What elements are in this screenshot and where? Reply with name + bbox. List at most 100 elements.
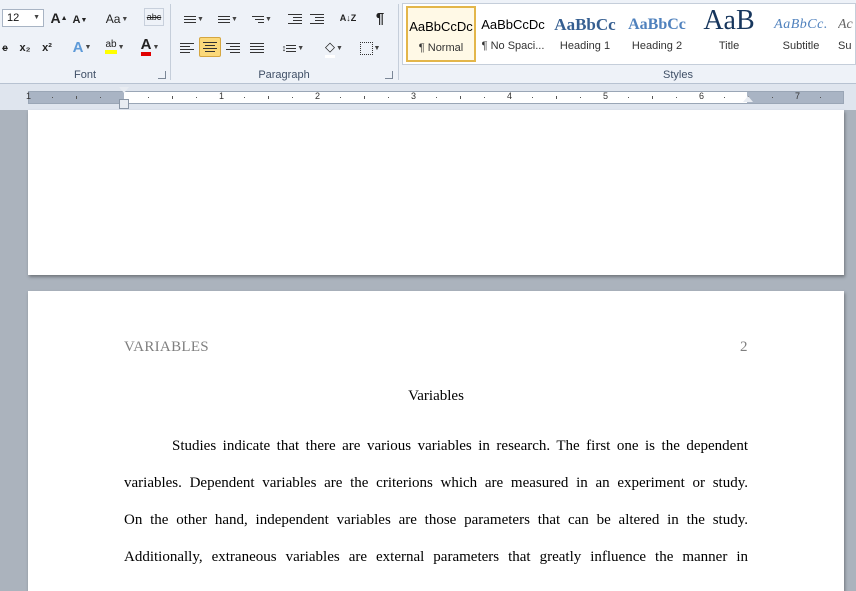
shrink-font-button[interactable]: A ▼ (72, 10, 88, 30)
paragraph-group-label: Paragraph (258, 69, 310, 81)
style-name: Title (718, 40, 740, 52)
subscript-button[interactable]: x₂ (16, 38, 34, 58)
sort-button[interactable]: A↓Z (337, 8, 359, 28)
highlight-button[interactable]: ab ▼ (100, 37, 130, 57)
borders-icon (359, 41, 373, 55)
strikethrough-icon: e (2, 42, 8, 54)
decrease-indent-icon (288, 14, 302, 24)
ruler-tick (268, 96, 269, 99)
highlighter-icon: ab (105, 40, 117, 54)
style-preview: AaB (703, 6, 755, 36)
bullets-button[interactable]: ▼ (179, 9, 209, 29)
styles-group-label: Styles (663, 69, 693, 81)
increase-indent-button[interactable] (307, 9, 327, 29)
body-line: variables. Dependent variables are the c… (124, 475, 748, 491)
text-effects-button[interactable]: A ▼ (70, 37, 94, 57)
ruler-tick (364, 96, 365, 99)
shrink-font-icon: A (72, 14, 81, 26)
clear-format-button[interactable]: abc (144, 8, 164, 26)
font-color-button[interactable]: A ▼ (136, 37, 164, 57)
ruler-number: 5 (603, 91, 609, 101)
group-separator (398, 4, 399, 80)
grow-font-button[interactable]: A ▲ (50, 8, 68, 28)
ruler-number: 7 (795, 91, 801, 101)
align-right-icon (226, 43, 240, 53)
numbering-icon (218, 15, 231, 23)
strikethrough-button[interactable]: e (0, 38, 10, 58)
style-normal[interactable]: AaBbCcDc ¶ Normal (406, 6, 476, 62)
borders-button[interactable]: ▼ (355, 38, 385, 58)
ruler-number: 1 (219, 91, 225, 101)
multilevel-list-button[interactable]: ▼ (247, 9, 277, 29)
style-preview: AaBbCc (628, 16, 686, 33)
ruler-number: 6 (699, 91, 705, 101)
style-heading-2[interactable]: AaBbCc Heading 2 (622, 6, 692, 62)
font-size-box[interactable]: 12 ▼ (2, 9, 44, 27)
document-page-2[interactable]: VARIABLES 2 Variables Studies indicate t… (28, 291, 844, 591)
show-formatting-button[interactable]: ¶ (371, 8, 389, 28)
styles-gallery: AaBbCcDc ¶ Normal AaBbCcDc ¶ No Spaci...… (402, 3, 856, 65)
font-group: 12 ▼ A ▲ A ▼ Aa ▼ abc e x₂ x² A ▼ ab ▼ A ▼ Fon… (0, 0, 170, 83)
text-effects-icon: A (72, 38, 84, 56)
ruler-number: 3 (411, 91, 417, 101)
ruler-number: 4 (507, 91, 513, 101)
style-no-spacing[interactable]: AaBbCcDc ¶ No Spaci... (478, 6, 548, 62)
grow-font-icon: A (50, 10, 61, 26)
justify-button[interactable] (247, 38, 267, 58)
align-center-button[interactable] (199, 37, 221, 57)
style-subtle-emphasis[interactable]: Ac Su (838, 6, 856, 62)
ruler-tick (652, 96, 653, 99)
style-title[interactable]: AaB Title (694, 6, 764, 62)
style-name: ¶ No Spaci... (481, 40, 545, 52)
ruler-bar[interactable]: 1 1 2 3 4 5 6 7 (26, 91, 844, 104)
body-line: Studies indicate that there are various … (172, 438, 748, 454)
change-case-icon: Aa (105, 12, 121, 26)
align-left-button[interactable] (177, 38, 197, 58)
body-line: Additionally, extraneous variables are e… (124, 549, 748, 565)
style-name: Heading 2 (631, 40, 683, 52)
paragraph-group: ▼ ▼ ▼ A↓Z ¶ ↕ ▼ ◇ ▼ ▼ Paragraph (171, 0, 397, 83)
first-line-indent-marker[interactable] (119, 87, 129, 93)
style-heading-1[interactable]: AaBbCc Heading 1 (550, 6, 620, 62)
style-name: Subtitle (782, 40, 820, 52)
running-header: VARIABLES (124, 339, 209, 355)
sort-icon: A↓Z (339, 12, 357, 23)
style-preview: Ac (838, 17, 853, 32)
ruler-tick (460, 96, 461, 99)
document-title: Variables (408, 388, 464, 404)
style-preview: AaBbCcDc (481, 17, 545, 32)
subscript-icon: x₂ (19, 42, 31, 54)
ruler-number: 2 (315, 91, 321, 101)
change-case-button[interactable]: Aa ▼ (104, 9, 130, 29)
style-name: Heading 1 (559, 40, 611, 52)
paragraph-dialog-launcher-icon[interactable] (385, 71, 393, 79)
ruler-number: 1 (26, 91, 32, 101)
align-center-icon (203, 42, 217, 52)
decrease-indent-button[interactable] (285, 9, 305, 29)
ruler-tick (172, 96, 173, 99)
justify-icon (250, 43, 264, 53)
numbering-button[interactable]: ▼ (213, 9, 243, 29)
chevron-down-icon: ▼ (33, 14, 40, 21)
line-spacing-button[interactable]: ↕ ▼ (279, 38, 307, 58)
style-subtitle[interactable]: AaBbCc. Subtitle (766, 6, 836, 62)
style-preview: AaBbCc. (774, 17, 828, 32)
pilcrow-icon: ¶ (375, 9, 385, 27)
left-indent-marker[interactable] (119, 99, 129, 109)
bullets-icon (184, 15, 197, 23)
style-preview: AaBbCc (554, 15, 616, 34)
horizontal-ruler[interactable]: 1 1 2 3 4 5 6 7 (0, 84, 856, 110)
superscript-icon: x² (42, 42, 52, 54)
document-page-1[interactable] (28, 110, 844, 275)
align-left-icon (180, 43, 194, 53)
font-group-label: Font (73, 69, 96, 81)
ruler-tick (556, 96, 557, 99)
superscript-button[interactable]: x² (38, 38, 56, 58)
align-right-button[interactable] (223, 38, 243, 58)
font-dialog-launcher-icon[interactable] (158, 71, 166, 79)
style-name: ¶ Normal (418, 42, 464, 54)
style-name: Su (838, 40, 852, 52)
right-indent-marker[interactable] (743, 96, 753, 102)
multilevel-list-icon (252, 15, 265, 23)
shading-button[interactable]: ◇ ▼ (319, 38, 349, 58)
